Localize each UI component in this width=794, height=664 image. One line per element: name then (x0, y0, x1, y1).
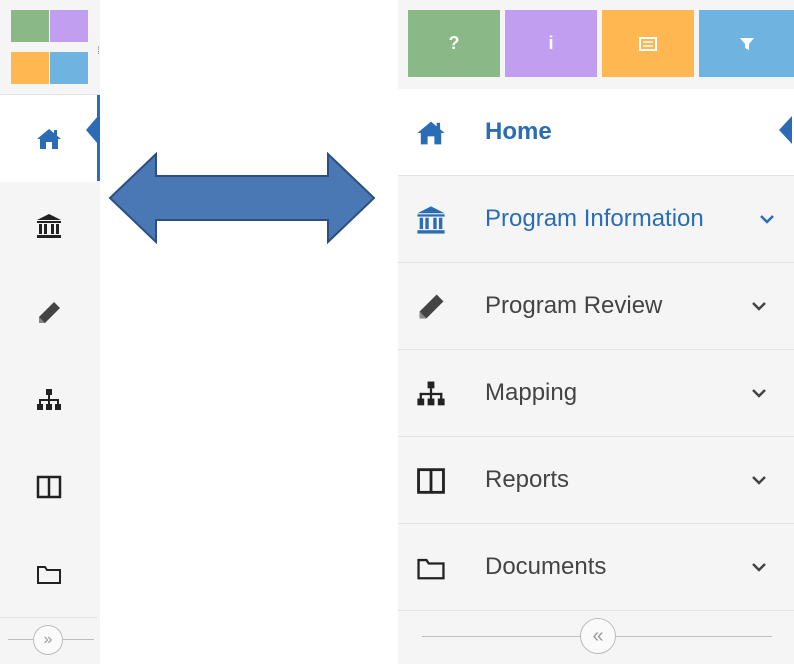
collapsed-nav-program-review[interactable] (0, 269, 97, 357)
nav-item-reports[interactable]: Reports (398, 437, 794, 524)
chevron-down-icon (752, 476, 766, 485)
info-icon: i (548, 33, 554, 53)
nav-item-program-review[interactable]: Program Review (398, 263, 794, 350)
nav-item-documents[interactable]: Documents (398, 524, 794, 611)
logo-square-blue (50, 52, 88, 84)
active-notch (86, 116, 98, 144)
nav-item-home[interactable]: Home (398, 89, 794, 176)
logo-square-purple (50, 10, 88, 42)
filter-button[interactable] (699, 10, 794, 77)
home-icon (417, 121, 445, 145)
logo-square-green (11, 10, 49, 42)
pencil-icon (419, 294, 444, 319)
bank-icon (36, 213, 61, 238)
collapse-sidebar-button[interactable]: « (580, 618, 616, 654)
nav-item-label: Home (485, 118, 552, 145)
double-chevron-left-icon: « (592, 624, 604, 647)
info-button[interactable]: i (505, 10, 597, 77)
collapsed-nav-documents[interactable] (0, 530, 97, 618)
sitemap-icon (417, 381, 445, 406)
sitemap-icon (36, 388, 61, 410)
chevron-down-icon (752, 302, 766, 311)
nav-item-label: Mapping (485, 379, 578, 406)
filter-icon (739, 37, 754, 50)
expand-sidebar-button[interactable]: » (33, 625, 63, 655)
nav-item-program-information[interactable]: Program Information (398, 176, 794, 263)
chevron-down-icon (752, 389, 766, 398)
nav-item-mapping[interactable]: Mapping (398, 350, 794, 437)
double-chevron-right-icon: » (43, 631, 53, 648)
collapsed-nav-mapping[interactable] (0, 356, 97, 444)
nav-item-label: Documents (485, 553, 607, 580)
home-icon (36, 128, 61, 149)
app-logo (0, 0, 100, 95)
dots-icon: ⁞ (97, 46, 100, 57)
bank-icon (417, 206, 445, 234)
shortcut-toolbar: ? i (398, 0, 794, 89)
expanded-sidebar: ? i Home Program Information Program Rev… (398, 0, 794, 664)
nav-item-label: Reports (485, 466, 570, 493)
collapsed-sidebar: » (0, 0, 100, 664)
double-arrow-icon (108, 152, 376, 244)
list-icon (639, 36, 657, 51)
collapsed-nav-home[interactable] (0, 95, 97, 183)
collapsed-nav-reports[interactable] (0, 443, 97, 531)
columns-icon (36, 475, 61, 498)
chevron-down-icon (752, 563, 766, 572)
list-button[interactable] (602, 10, 694, 77)
nav-item-label: Program Review (485, 292, 663, 319)
help-icon: ? (448, 33, 460, 53)
nav-item-label: Program Information (485, 205, 704, 232)
collapsed-nav-program-information[interactable] (0, 182, 97, 270)
folder-icon (36, 565, 61, 584)
pencil-icon (38, 301, 60, 323)
logo-square-orange (11, 52, 49, 84)
chevron-down-icon (760, 215, 774, 224)
help-button[interactable]: ? (408, 10, 500, 77)
columns-icon (417, 468, 445, 494)
active-notch (779, 116, 792, 144)
folder-icon (417, 558, 445, 580)
